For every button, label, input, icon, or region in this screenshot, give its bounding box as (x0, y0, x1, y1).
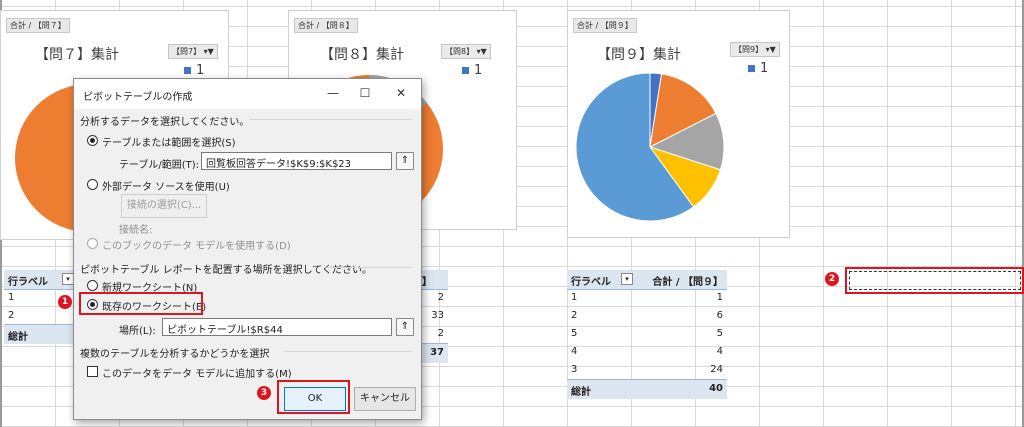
row-label: 1 (571, 292, 578, 303)
value-header: 合計 / 【問９】 (652, 277, 723, 288)
create-pivottable-dialog[interactable]: ピボットテーブルの作成 — ☐ ✕ 分析するデータを選択してください。 テーブル… (73, 78, 422, 420)
row-label-header: 行ラベル (571, 277, 611, 288)
highlight-box-cell (845, 267, 1024, 294)
row-label-header: 行ラベル (8, 277, 48, 288)
table-row[interactable]: 2 (420, 289, 448, 308)
range-collapse-icon[interactable]: ⇑ (396, 152, 414, 170)
value-cell: 4 (716, 346, 723, 357)
pivot-header: 行ラベル ▾ (4, 270, 80, 290)
location-input[interactable]: ピボットテーブル!$R$44 (162, 318, 392, 336)
grand-total-row[interactable]: 総計 40 (567, 379, 727, 399)
step-marker-3: 3 (257, 386, 271, 400)
value-cell: 24 (710, 364, 723, 375)
location-input-value: ピボットテーブル!$R$44 (167, 325, 283, 336)
row-label: 5 (571, 328, 578, 339)
section-divider (249, 119, 412, 120)
step-marker-2: 2 (825, 272, 839, 286)
section-data-source-label: 分析するデータを選択してください。 (80, 117, 250, 128)
total-value: 37 (430, 347, 444, 358)
radio-external-source-label[interactable]: 外部データ ソースを使用(U) (102, 178, 230, 193)
pie-chart-q9 (575, 72, 725, 222)
radio-new-worksheet[interactable] (87, 280, 98, 291)
table-row[interactable]: 55 (567, 325, 727, 344)
dialog-title: ピボットテーブルの作成 (83, 92, 193, 103)
radio-table-range-label[interactable]: テーブルまたは範囲を選択(S) (102, 134, 236, 149)
pivot-header: 】 (420, 270, 448, 290)
table-row[interactable]: 11 (567, 289, 727, 308)
filter-dropdown-icon[interactable]: ▾ (621, 273, 633, 285)
add-to-data-model-checkbox[interactable] (87, 366, 98, 377)
highlight-box-ok (277, 380, 350, 414)
grand-total-row[interactable]: 37 (420, 343, 448, 363)
value-cell: 5 (716, 328, 723, 339)
maximize-button[interactable]: ☐ (356, 85, 374, 101)
range-input-value: 回覧板回答データ!$K$9:$K$23 (206, 159, 352, 170)
header-fragment: 】 (422, 277, 432, 288)
value-cell: 33 (431, 310, 444, 321)
value-cell: 2 (437, 292, 444, 303)
add-to-data-model-label[interactable]: このデータをデータ モデルに追加する(M) (102, 365, 292, 380)
table-row[interactable]: 44 (567, 343, 727, 362)
total-label: 総計 (571, 387, 591, 398)
radio-table-range[interactable] (87, 135, 98, 146)
range-input[interactable]: 回覧板回答データ!$K$9:$K$23 (201, 152, 392, 170)
table-row[interactable]: 26 (567, 307, 727, 326)
value-cell: 2 (437, 328, 444, 339)
grand-total-row[interactable]: 総計 (4, 324, 80, 344)
pivot-table-q9: 行ラベル ▾ 合計 / 【問９】 11 26 55 44 3 24 総計 40 (567, 270, 727, 399)
dialog-titlebar[interactable]: ピボットテーブルの作成 — ☐ ✕ (74, 79, 421, 109)
section-multi-table-label: 複数のテーブルを分析するかどうかを選択 (80, 349, 270, 360)
total-value: 40 (709, 383, 723, 394)
row-label: 2 (571, 310, 578, 321)
row-label: 4 (571, 346, 578, 357)
value-cell: 1 (716, 292, 723, 303)
table-row[interactable]: 3 24 (567, 361, 727, 380)
choose-connection-button[interactable]: 接続の選択(C)... (121, 194, 207, 218)
pivot-table-q8: 】 2 33 2 37 (420, 270, 448, 363)
location-collapse-icon[interactable]: ⇑ (396, 318, 414, 336)
row-label: 3 (571, 364, 578, 375)
row-label: 2 (8, 310, 15, 321)
section-placement-label: ピボットテーブル レポートを配置する場所を選択してください。 (80, 265, 372, 276)
table-row[interactable]: 2 (420, 325, 448, 344)
location-label: 場所(L): (119, 326, 156, 337)
step-marker-1: 1 (58, 295, 72, 309)
connection-name-label: 接続名: (119, 225, 153, 236)
highlight-box-existing-worksheet (79, 292, 203, 315)
minimize-button[interactable]: — (324, 85, 342, 101)
chart-q9[interactable]: 合計 / 【問９】 【問９】集計 【問9】 ▾▼ 1 (567, 10, 790, 238)
total-label: 総計 (8, 332, 28, 343)
value-cell: 6 (716, 310, 723, 321)
radio-external-source[interactable] (87, 179, 98, 190)
radio-data-model-label[interactable]: このブックのデータ モデルを使用する(D) (102, 237, 291, 252)
section-divider (326, 267, 412, 268)
pivot-header: 行ラベル ▾ 合計 / 【問９】 (567, 270, 727, 290)
section-divider (284, 351, 412, 352)
row-label: 1 (8, 292, 15, 303)
radio-data-model[interactable] (87, 238, 98, 249)
cancel-button[interactable]: キャンセル (354, 387, 416, 411)
table-row[interactable]: 33 (420, 307, 448, 326)
close-button[interactable]: ✕ (392, 85, 410, 101)
range-label: テーブル/範囲(T): (119, 160, 200, 171)
